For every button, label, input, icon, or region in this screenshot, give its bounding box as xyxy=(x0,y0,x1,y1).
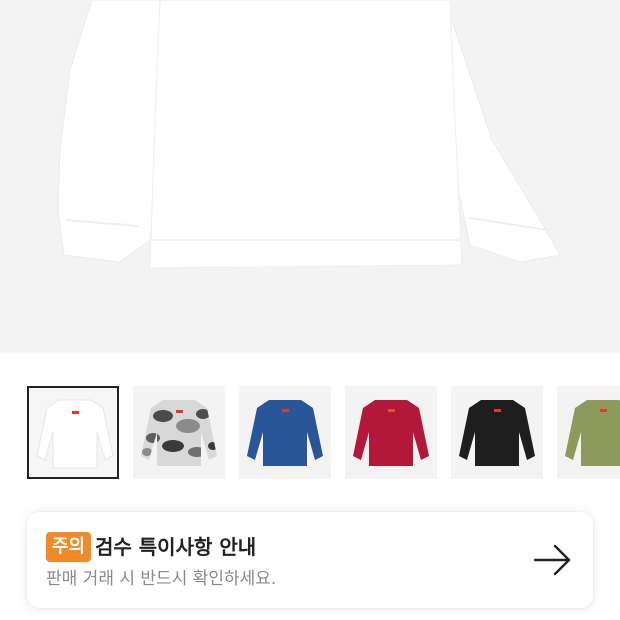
thumbnail-black[interactable] xyxy=(451,386,543,479)
royal-shirt-thumb-icon xyxy=(247,400,323,466)
caution-badge: 주의 xyxy=(46,532,92,562)
black-shirt-thumb-icon xyxy=(459,400,535,466)
white-shirt-thumb-icon xyxy=(36,399,114,469)
thumbnail-camo[interactable] xyxy=(133,386,225,479)
inspection-notice-card[interactable]: 주의 검수 특이사항 안내 판매 거래 시 반드시 확인하세요. xyxy=(27,512,593,608)
thumbnail-white[interactable] xyxy=(27,386,119,479)
notice-subtitle: 판매 거래 시 반드시 확인하세요. xyxy=(46,569,277,589)
color-thumbnail-row xyxy=(0,386,620,479)
thumbnail-royal[interactable] xyxy=(239,386,331,479)
thumbnail-red[interactable] xyxy=(345,386,437,479)
thumbnail-olive[interactable] xyxy=(557,386,620,479)
notice-title: 검수 특이사항 안내 xyxy=(95,535,257,559)
main-product-image[interactable] xyxy=(0,0,620,353)
white-longsleeve-image xyxy=(57,0,561,269)
camo-shirt-thumb-icon xyxy=(141,400,217,466)
olive-shirt-thumb-icon xyxy=(565,400,620,466)
arrow-right-icon[interactable] xyxy=(531,540,575,580)
red-shirt-thumb-icon xyxy=(353,400,429,466)
